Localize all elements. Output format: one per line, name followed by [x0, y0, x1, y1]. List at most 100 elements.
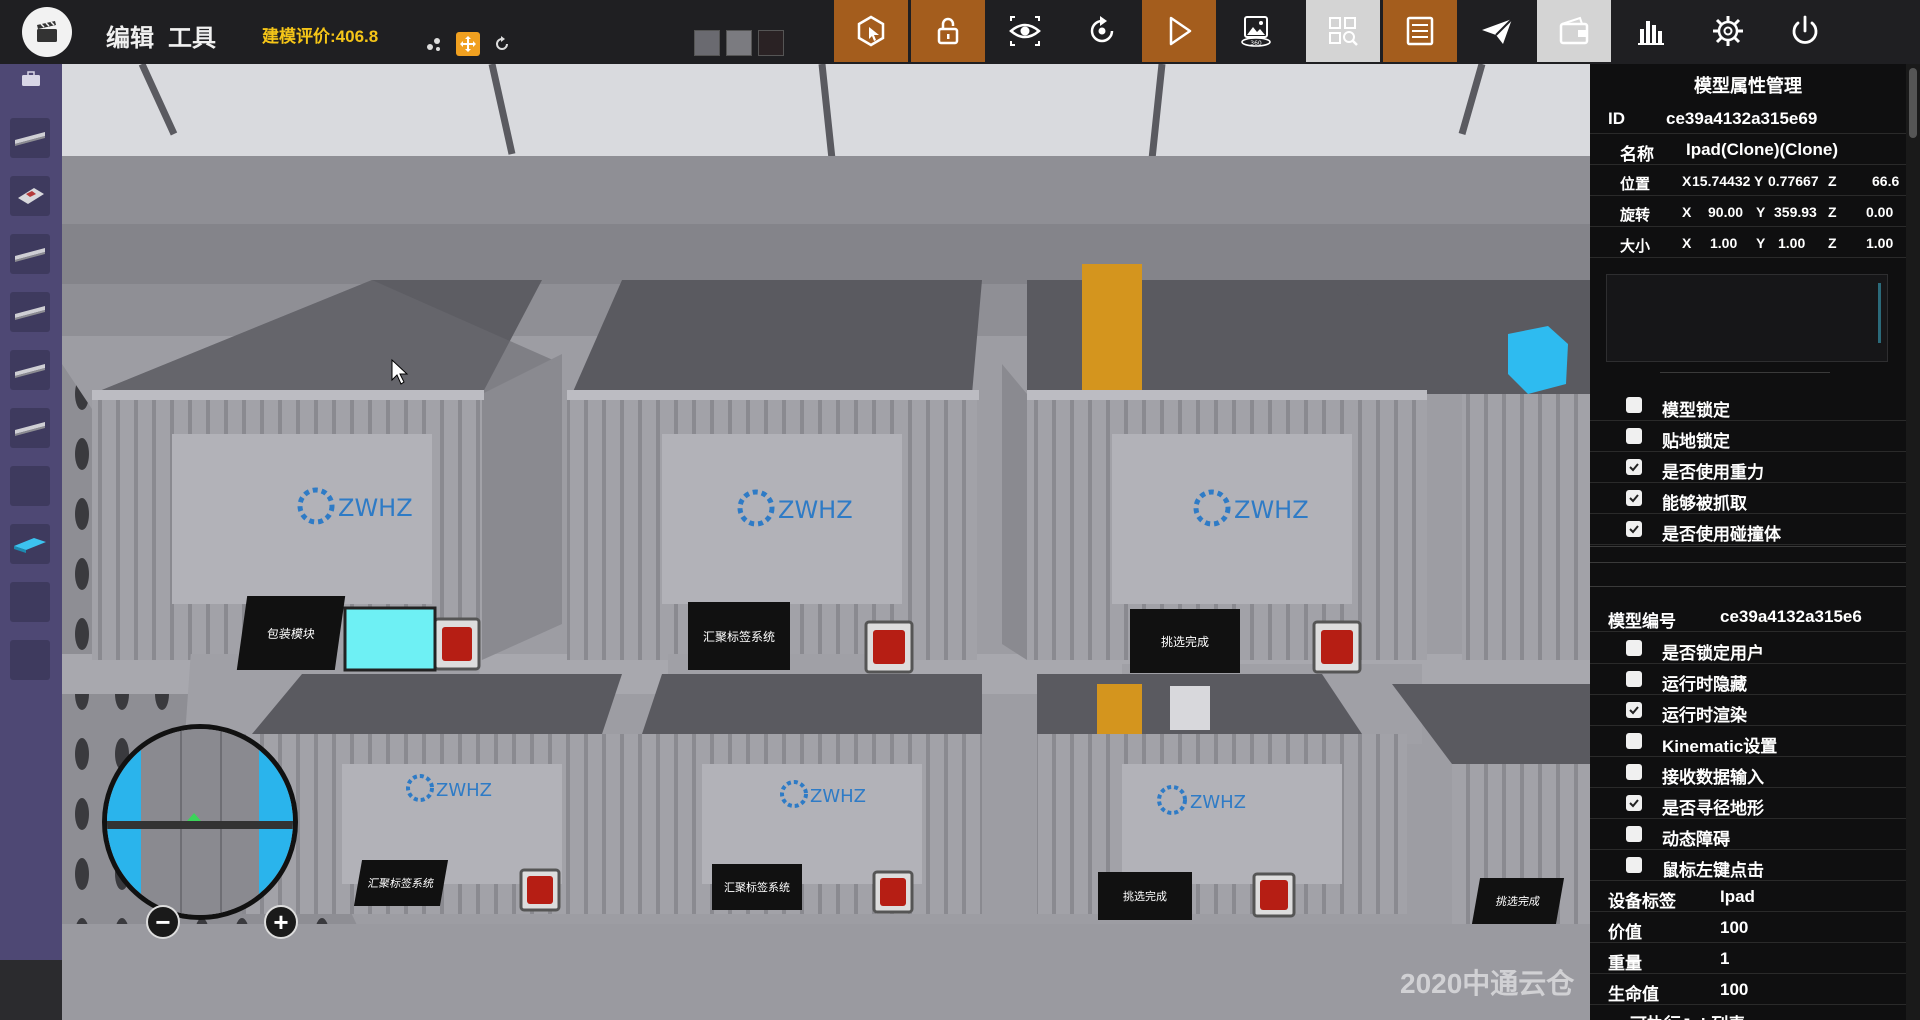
checkbox[interactable] — [1626, 640, 1642, 656]
checkbox[interactable] — [1626, 764, 1642, 780]
position-row: 位置 X 15.74432 Y 0.77667 Z 66.6 — [1590, 166, 1906, 196]
job-list-label[interactable]: 可执行Job列表 — [1630, 1010, 1745, 1020]
flag2-row[interactable]: 动态障碍 — [1590, 819, 1906, 850]
select-model-button[interactable] — [834, 0, 908, 62]
send-button[interactable] — [1460, 0, 1534, 62]
description-textarea[interactable] — [1606, 274, 1888, 362]
checkmark-icon — [1629, 706, 1639, 715]
checkbox-label: 是否锁定用户 — [1662, 644, 1764, 663]
move-icon[interactable] — [456, 32, 480, 56]
sidebar-item-tray-5[interactable] — [10, 408, 50, 448]
briefcase-icon[interactable] — [20, 70, 42, 88]
ipad-selected-tag[interactable] — [343, 606, 437, 672]
weight-value[interactable]: 1 — [1720, 949, 1729, 969]
top-toolbar: 编辑 工具 建模评价:406.8 360 — [0, 0, 1920, 64]
reset-rotation-icon — [1090, 16, 1114, 43]
flag1-row[interactable]: 是否使用碰撞体 — [1590, 514, 1906, 545]
sidebar-item-device[interactable] — [10, 176, 50, 216]
id-row: ID ce39a4132a315e69 — [1590, 104, 1906, 134]
rotate-icon[interactable] — [490, 32, 514, 56]
thumbnail-2[interactable] — [726, 30, 752, 56]
statistics-button[interactable] — [1614, 0, 1688, 62]
flag2-row[interactable]: 是否寻径地形 — [1590, 788, 1906, 819]
checkbox[interactable] — [1626, 671, 1642, 687]
sidebar-item-blue-tray[interactable] — [10, 524, 50, 564]
panel-title: 模型属性管理 — [1694, 76, 1802, 96]
checkbox[interactable] — [1626, 857, 1642, 873]
3d-viewport[interactable]: ZWHZ ZWHZ ZWHZ ZWHZ ZWHZ ZWHZ 包装模块 汇聚标签系… — [62, 64, 1590, 1020]
sidebar-item-empty-1[interactable] — [10, 466, 50, 506]
checkbox[interactable] — [1626, 397, 1642, 413]
job-list-row: 可执行Job列表 — [1590, 1006, 1906, 1020]
sidebar-item-empty-2[interactable] — [10, 582, 50, 622]
thumbnail-3[interactable] — [758, 30, 784, 56]
flag1-row[interactable]: 模型锁定 — [1590, 390, 1906, 421]
name-value[interactable]: Ipad(Clone)(Clone) — [1686, 140, 1838, 160]
rotation-z-axis: Z — [1828, 204, 1837, 220]
rotation-z-field[interactable]: 0.00 — [1866, 204, 1893, 220]
power-button[interactable] — [1768, 0, 1842, 62]
flag1-row[interactable]: 能够被抓取 — [1590, 483, 1906, 514]
app-logo-icon[interactable] — [22, 7, 72, 57]
flag2-row[interactable]: 运行时渲染 — [1590, 695, 1906, 726]
price-value[interactable]: 100 — [1720, 918, 1748, 938]
position-y-field[interactable]: 0.77667 — [1768, 173, 1819, 189]
checkbox[interactable] — [1626, 459, 1642, 475]
checkbox[interactable] — [1626, 826, 1642, 842]
checkbox[interactable] — [1626, 795, 1642, 811]
grid-search-icon — [1329, 17, 1358, 46]
grid-search-button[interactable] — [1306, 0, 1380, 62]
checkmark-icon — [1629, 463, 1639, 472]
checkbox[interactable] — [1626, 521, 1642, 537]
settings-button[interactable] — [1691, 0, 1765, 62]
play-button[interactable] — [1142, 0, 1216, 62]
scatter-icon[interactable] — [422, 32, 446, 56]
view-button[interactable] — [988, 0, 1062, 62]
checkbox[interactable] — [1626, 733, 1642, 749]
sidebar-item-empty-3[interactable] — [10, 640, 50, 680]
flag2-row[interactable]: 是否锁定用户 — [1590, 633, 1906, 664]
sidebar-item-tray-4[interactable] — [10, 350, 50, 390]
brand-logo-5: ZWHZ — [810, 786, 866, 807]
size-z-field[interactable]: 1.00 — [1866, 235, 1893, 251]
sidebar-item-tray-1[interactable] — [10, 118, 50, 158]
lock-button[interactable] — [911, 0, 985, 62]
checkmark-icon — [1629, 799, 1639, 808]
panorama-button[interactable]: 360 — [1219, 0, 1293, 62]
position-x-field[interactable]: 15.74432 — [1692, 173, 1750, 189]
device-tag-label: 设备标签 — [1608, 892, 1676, 911]
rotation-x-field[interactable]: 90.00 — [1708, 204, 1743, 220]
thumbnail-1[interactable] — [694, 30, 720, 56]
zoom-in-button[interactable]: + — [264, 905, 298, 939]
device-tag-value[interactable]: Ipad — [1720, 887, 1755, 907]
wallet-button[interactable] — [1537, 0, 1611, 62]
reset-rotation-button[interactable] — [1065, 0, 1139, 62]
checkbox[interactable] — [1626, 702, 1642, 718]
panel-scrollbar[interactable] — [1906, 64, 1920, 1020]
brand-logo-3: ZWHZ — [1234, 496, 1309, 524]
flag2-row[interactable]: Kinematic设置 — [1590, 726, 1906, 757]
zoom-out-button[interactable]: − — [146, 905, 180, 939]
size-y-field[interactable]: 1.00 — [1778, 235, 1805, 251]
checkbox-label: 是否使用碰撞体 — [1662, 525, 1781, 544]
position-z-field[interactable]: 66.6 — [1872, 173, 1899, 189]
checkbox[interactable] — [1626, 490, 1642, 506]
flag2-row[interactable]: 接收数据输入 — [1590, 757, 1906, 788]
size-x-field[interactable]: 1.00 — [1710, 235, 1737, 251]
name-label: 名称 — [1620, 145, 1654, 164]
life-value[interactable]: 100 — [1720, 980, 1748, 1000]
checkbox[interactable] — [1626, 428, 1642, 444]
minimap[interactable] — [102, 724, 298, 920]
rotation-y-field[interactable]: 359.93 — [1774, 204, 1817, 220]
flag1-row[interactable]: 是否使用重力 — [1590, 452, 1906, 483]
menu-edit[interactable]: 编辑 — [106, 18, 154, 53]
warehouse-scene: ZWHZ ZWHZ ZWHZ ZWHZ ZWHZ ZWHZ — [62, 64, 1590, 1020]
flag2-row[interactable]: 鼠标左键点击 — [1590, 850, 1906, 881]
menu-tools[interactable]: 工具 — [168, 18, 216, 53]
bin-label-top-1: 包装模块 — [236, 596, 346, 670]
flag2-row[interactable]: 运行时隐藏 — [1590, 664, 1906, 695]
flag1-row[interactable]: 贴地锁定 — [1590, 421, 1906, 452]
sidebar-item-tray-2[interactable] — [10, 234, 50, 274]
sidebar-item-tray-3[interactable] — [10, 292, 50, 332]
list-button[interactable] — [1383, 0, 1457, 62]
